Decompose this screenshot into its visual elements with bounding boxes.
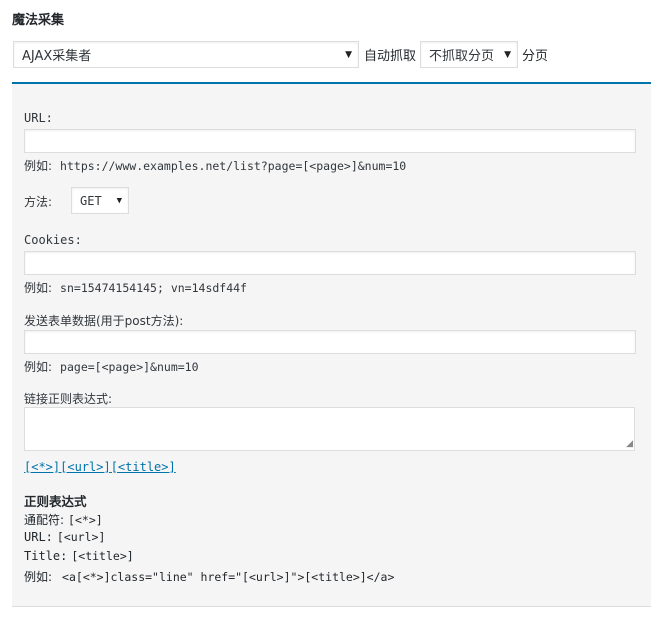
cookies-input[interactable] — [24, 251, 636, 275]
url-label: URL: — [24, 111, 53, 125]
url-example: 例如: https://www.examples.net/list?page=[<… — [24, 157, 406, 174]
chevron-down-icon: ▼ — [504, 49, 511, 60]
url-example-value: https://www.examples.net/list?page=[<pag… — [60, 159, 407, 173]
help-label: 通配符: — [24, 513, 65, 527]
tag-wildcard-link[interactable]: [<*>] — [24, 460, 60, 474]
post-data-example: 例如: page=[<page>]&num=10 — [24, 358, 199, 375]
post-data-input[interactable] — [24, 330, 636, 354]
regex-help-title: 正则表达式 — [24, 494, 87, 509]
help-line-url: URL: [<url>] — [24, 530, 105, 544]
help-value: <a[<*>]class="line" href="[<url>]">[<tit… — [62, 570, 395, 584]
help-line-title: Title: [<title>] — [24, 549, 134, 563]
cookies-example-value: sn=15474154145; vn=14sdf44f — [60, 281, 247, 295]
link-regex-label: 链接正则表达式: — [24, 392, 113, 406]
link-regex-textarea[interactable]: ◢ — [24, 407, 635, 451]
help-line-wildcard: 通配符: [<*>] — [24, 511, 103, 528]
pagination-label: 分页 — [522, 49, 549, 64]
collector-select-value: AJAX采集者 — [22, 49, 92, 64]
cookies-example: 例如: sn=15474154145; vn=14sdf44f — [24, 279, 247, 296]
regex-tag-links: [<*>][<url>][<title>] — [24, 460, 176, 474]
url-example-label: 例如: — [24, 159, 53, 173]
post-data-example-label: 例如: — [24, 360, 53, 374]
help-label: 例如: — [24, 570, 53, 584]
help-value: [<url>] — [56, 530, 106, 544]
tag-title-link[interactable]: [<title>] — [111, 460, 176, 474]
pagination-select[interactable]: 不抓取分页 ▼ — [420, 41, 518, 68]
resize-handle-icon[interactable]: ◢ — [626, 440, 633, 449]
chevron-down-icon: ▼ — [116, 195, 122, 206]
method-label: 方法: — [24, 195, 53, 209]
chevron-down-icon: ▼ — [345, 49, 352, 60]
method-select[interactable]: GET ▼ — [71, 187, 129, 214]
post-data-label: 发送表单数据(用于post方法): — [24, 314, 184, 328]
pagination-select-value: 不抓取分页 — [429, 49, 495, 64]
post-data-example-value: page=[<page>]&num=10 — [60, 360, 199, 374]
auto-fetch-label: 自动抓取 — [364, 49, 417, 64]
collector-select[interactable]: AJAX采集者 ▼ — [13, 41, 359, 68]
url-input[interactable] — [24, 129, 636, 153]
cookies-example-label: 例如: — [24, 281, 53, 295]
help-label: URL: — [24, 530, 53, 544]
tag-url-link[interactable]: [<url>] — [60, 460, 111, 474]
method-select-value: GET — [80, 193, 102, 208]
help-label: Title: — [24, 549, 68, 563]
help-line-example: 例如: <a[<*>]class="line" href="[<url>]">[<… — [24, 568, 394, 585]
page-title: 魔法采集 — [12, 13, 65, 28]
help-value: [<*>] — [68, 513, 103, 527]
help-value: [<title>] — [71, 549, 134, 563]
cookies-label: Cookies: — [24, 233, 82, 247]
